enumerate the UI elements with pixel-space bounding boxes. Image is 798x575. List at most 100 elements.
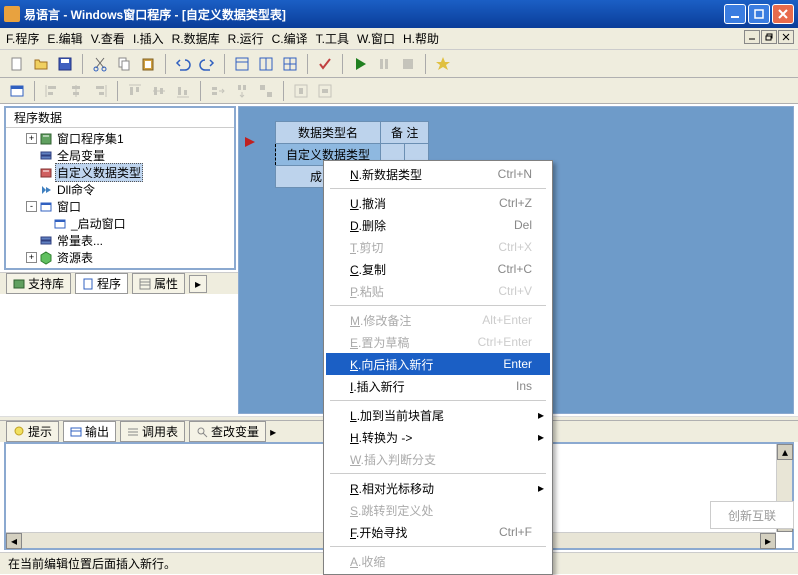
tree-item[interactable]: +窗口程序集1	[10, 130, 230, 147]
col-remark[interactable]: 备 注	[381, 122, 429, 144]
tab-trace[interactable]: 调用表	[120, 421, 185, 442]
context-menu-item[interactable]: L.加到当前块首尾▸	[326, 404, 550, 426]
context-menu-label: N.新数据类型	[350, 166, 498, 183]
tree-body[interactable]: +窗口程序集1全局变量自定义数据类型Dll命令-窗口_启动窗口常量表... + 资源…	[6, 128, 234, 268]
context-menu-label: I.插入新行	[350, 378, 516, 395]
scroll-right-button[interactable]: ▸	[760, 533, 776, 549]
mdi-minimize-button[interactable]	[744, 30, 760, 44]
bulb-icon	[13, 426, 25, 438]
context-menu-item[interactable]: K.向后插入新行Enter	[326, 353, 550, 375]
mdi-restore-button[interactable]	[761, 30, 777, 44]
tab-tip[interactable]: 提示	[6, 421, 59, 442]
menu-bar: F.程序 E.编辑 V.查看 I.插入 R.数据库 R.运行 C.编译 T.工具…	[0, 28, 798, 50]
undo-button[interactable]	[172, 53, 194, 75]
form-button[interactable]	[6, 80, 28, 102]
tab-output[interactable]: 输出	[63, 421, 116, 442]
paste-button[interactable]	[137, 53, 159, 75]
tree-item-label: 自定义数据类型	[55, 163, 143, 182]
tree-expander[interactable]: -	[26, 201, 37, 212]
scroll-left-button[interactable]: ◂	[6, 533, 22, 549]
bottom-tab-overflow[interactable]: ▸	[270, 425, 276, 439]
close-button[interactable]	[772, 4, 794, 24]
minimize-button[interactable]	[724, 4, 746, 24]
context-menu-label: E.置为草稿	[350, 334, 478, 351]
tab-support[interactable]: 支持库	[6, 273, 71, 294]
menu-compile[interactable]: C.编译	[272, 30, 308, 47]
tree-expander[interactable]: +	[26, 252, 37, 263]
tree-item[interactable]: Dll命令	[10, 181, 230, 198]
tree-item[interactable]: -窗口	[10, 198, 230, 215]
star-button[interactable]	[432, 53, 454, 75]
menu-db[interactable]: R.数据库	[172, 30, 220, 47]
run-button[interactable]	[349, 53, 371, 75]
context-menu-label: H.转换为 ->	[350, 429, 532, 446]
tree-item-label: _启动窗口	[69, 215, 128, 232]
context-menu-item[interactable]: D.删除Del	[326, 214, 550, 236]
context-menu-shortcut: Ctrl+N	[498, 167, 532, 181]
context-menu-item[interactable]: R.相对光标移动▸	[326, 477, 550, 499]
tree-item[interactable]: _启动窗口	[10, 215, 230, 232]
context-menu-label: K.向后插入新行	[350, 356, 503, 373]
tree-item[interactable]: 常量表...	[10, 232, 230, 249]
new-button[interactable]	[6, 53, 28, 75]
menu-edit[interactable]: E.编辑	[47, 30, 82, 47]
tree-expander[interactable]: +	[26, 133, 37, 144]
tab-program[interactable]: 程序	[75, 273, 128, 294]
window-icon	[53, 217, 67, 231]
property-icon	[139, 278, 151, 290]
tree-item-label: 资源表	[55, 249, 95, 266]
context-menu-item[interactable]: U.撤消Ctrl+Z	[326, 192, 550, 214]
tree-item-label: Dll命令	[55, 181, 97, 198]
tree-item-label: 常量表...	[55, 232, 105, 249]
check-button[interactable]	[314, 53, 336, 75]
tree-header: 程序数据	[6, 108, 234, 128]
context-menu-item: P.粘贴Ctrl+V	[326, 280, 550, 302]
scroll-up-button[interactable]: ▴	[777, 444, 793, 460]
menu-window[interactable]: W.窗口	[357, 30, 395, 47]
context-menu-label: P.粘贴	[350, 283, 498, 300]
tree-item[interactable]: 自定义数据类型	[10, 164, 230, 181]
context-menu-item[interactable]: I.插入新行Ins	[326, 375, 550, 397]
tab-property[interactable]: 属性	[132, 273, 185, 294]
menu-view[interactable]: V.查看	[91, 30, 125, 47]
tree-item[interactable]: + 资源表	[10, 249, 230, 266]
layout2-button[interactable]	[255, 53, 277, 75]
menu-tools[interactable]: T.工具	[316, 30, 349, 47]
context-menu-item: A.收缩	[326, 550, 550, 572]
same-width-icon	[207, 80, 229, 102]
menu-insert[interactable]: I.插入	[133, 30, 164, 47]
tab-vars[interactable]: 查改变量	[189, 421, 266, 442]
col-typename[interactable]: 数据类型名	[276, 122, 381, 144]
layout1-button[interactable]	[231, 53, 253, 75]
align-top-icon	[124, 80, 146, 102]
align-left-icon	[41, 80, 63, 102]
tab-overflow-button[interactable]: ▸	[189, 275, 207, 293]
menu-run[interactable]: R.运行	[228, 30, 264, 47]
center-h-icon	[290, 80, 312, 102]
tree-item[interactable]: 全局变量	[10, 147, 230, 164]
app-icon	[4, 6, 20, 22]
menu-file[interactable]: F.程序	[6, 30, 39, 47]
maximize-button[interactable]	[748, 4, 770, 24]
save-button[interactable]	[54, 53, 76, 75]
redo-button[interactable]	[196, 53, 218, 75]
context-menu-item[interactable]: C.复制Ctrl+C	[326, 258, 550, 280]
marker-icon	[243, 135, 257, 149]
align-middle-icon	[148, 80, 170, 102]
copy-button[interactable]	[113, 53, 135, 75]
layout3-button[interactable]	[279, 53, 301, 75]
mdi-close-button[interactable]	[778, 30, 794, 44]
context-menu-item: T.剪切Ctrl+X	[326, 236, 550, 258]
align-right-icon	[89, 80, 111, 102]
context-menu-label: T.剪切	[350, 239, 498, 256]
window-icon	[39, 200, 53, 214]
open-button[interactable]	[30, 53, 52, 75]
menu-help[interactable]: H.帮助	[403, 30, 439, 47]
cut-button[interactable]	[89, 53, 111, 75]
context-menu-item[interactable]: H.转换为 ->▸	[326, 426, 550, 448]
context-menu-label: S.跳转到定义处	[350, 502, 532, 519]
context-menu-item[interactable]: N.新数据类型Ctrl+N	[326, 163, 550, 185]
stop-button	[397, 53, 419, 75]
context-menu-item[interactable]: F.开始寻找Ctrl+F	[326, 521, 550, 543]
type-icon	[39, 166, 53, 180]
